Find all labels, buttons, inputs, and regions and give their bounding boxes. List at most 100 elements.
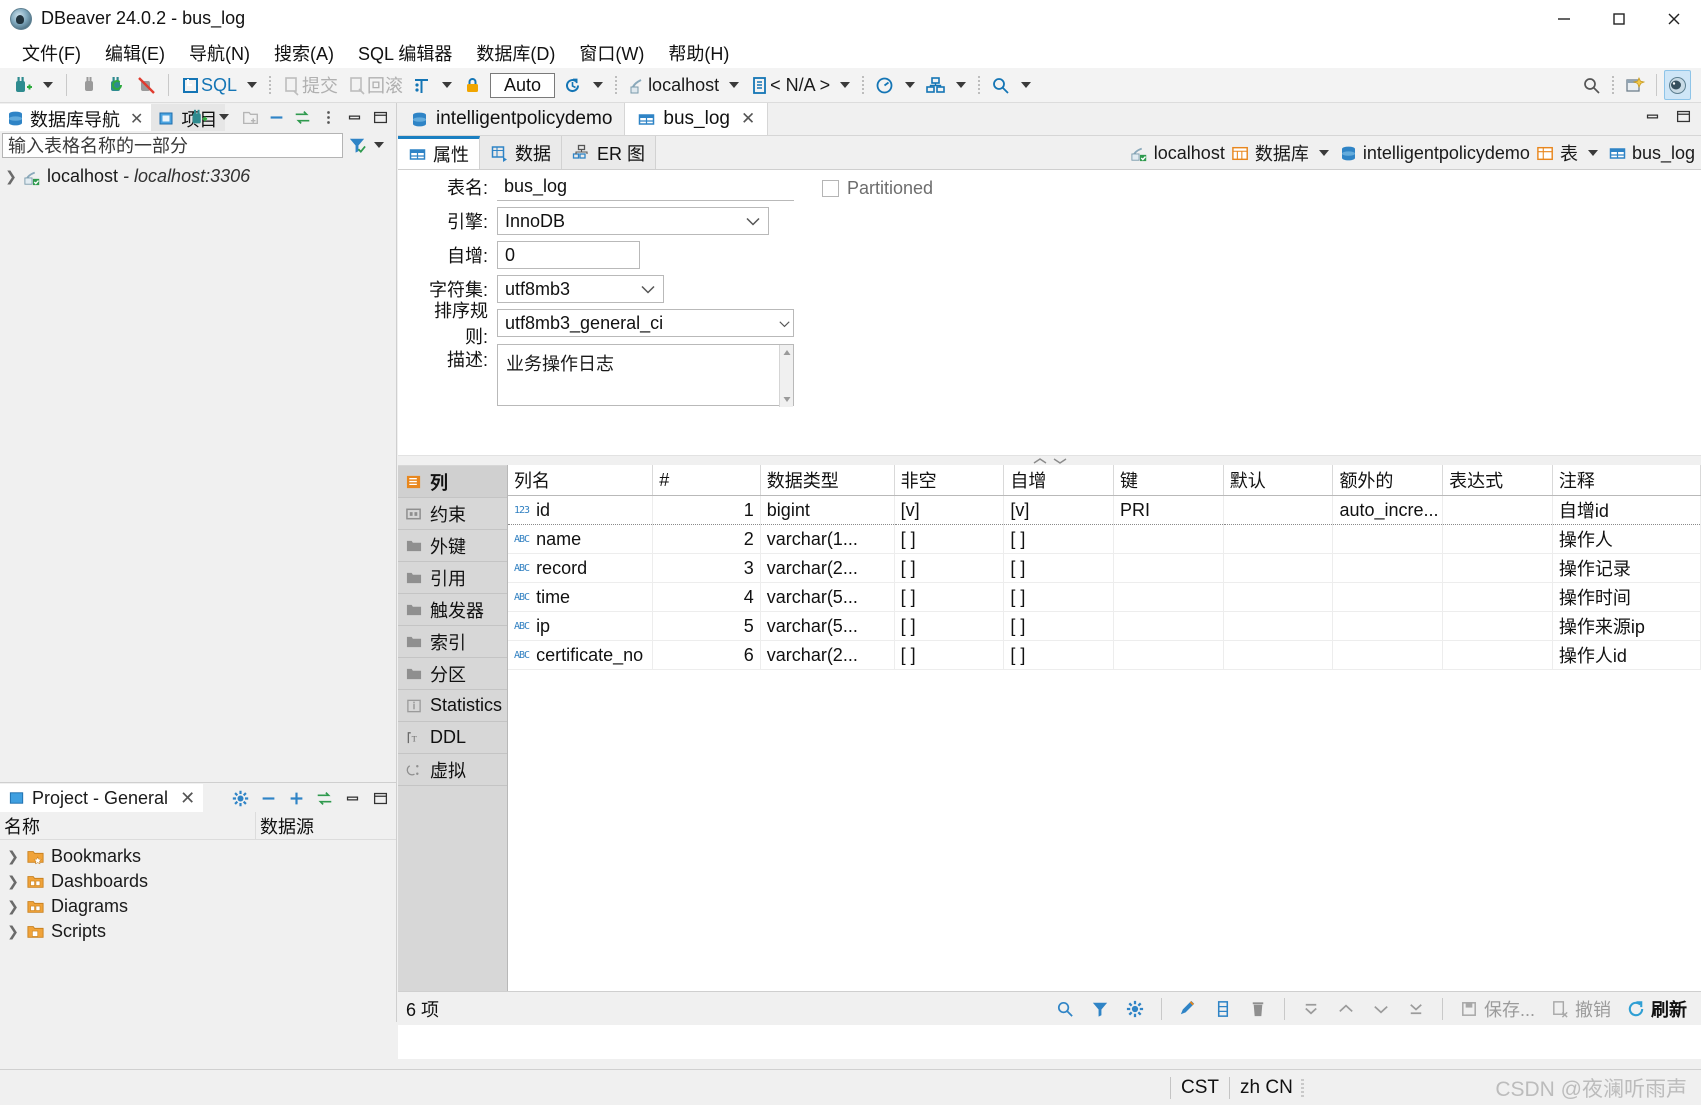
- cell-ordinal[interactable]: 6: [652, 640, 761, 670]
- table-row[interactable]: ABC time 4 varchar(5... [ ] [ ] 操作时间: [508, 582, 1701, 612]
- properties-splitter[interactable]: [398, 455, 1701, 465]
- quick-search-button[interactable]: [1577, 70, 1606, 100]
- cell-default[interactable]: [1223, 582, 1334, 612]
- cell-extra[interactable]: [1332, 524, 1444, 554]
- menu-sql-editor[interactable]: SQL 编辑器: [346, 38, 464, 68]
- tree-item-localhost[interactable]: ❯ localhost - localhost:3306: [0, 163, 396, 190]
- header-comment[interactable]: 注释: [1552, 465, 1701, 496]
- grid-edit-button[interactable]: [1172, 995, 1204, 1023]
- filter-dropdown-caret[interactable]: [374, 142, 384, 148]
- auto-increment-input[interactable]: 0: [497, 241, 640, 269]
- collapse-all-button[interactable]: [264, 105, 288, 129]
- cell-expression[interactable]: [1442, 495, 1553, 525]
- dashboard-dropdown-caret[interactable]: [905, 82, 916, 88]
- cell-expression[interactable]: [1442, 640, 1553, 670]
- new-sql-editor-button[interactable]: SQL: [176, 70, 241, 100]
- grid-search-button[interactable]: [1049, 995, 1081, 1023]
- menu-edit[interactable]: 编辑(E): [93, 38, 177, 68]
- close-icon[interactable]: ✕: [180, 788, 195, 809]
- dbeaver-perspective-button[interactable]: [1664, 70, 1691, 100]
- cell-ordinal[interactable]: 2: [652, 524, 761, 554]
- chevron-right-icon[interactable]: ❯: [6, 873, 20, 890]
- link-editor-button[interactable]: [312, 786, 336, 810]
- cell-auto-increment[interactable]: [ ]: [1003, 611, 1115, 641]
- collation-select[interactable]: utf8mb3_general_ci: [497, 309, 794, 337]
- cell-key[interactable]: [1113, 524, 1224, 554]
- object-nav-indexes[interactable]: 索引: [398, 626, 507, 658]
- close-button[interactable]: [1646, 0, 1701, 38]
- header-column-name[interactable]: 列名: [508, 465, 654, 496]
- find-dropdown-caret[interactable]: [1021, 82, 1032, 88]
- sql-dropdown-caret[interactable]: [247, 82, 258, 88]
- grid-move-down-button[interactable]: [1365, 995, 1397, 1023]
- charset-select[interactable]: utf8mb3: [497, 275, 664, 303]
- menu-database[interactable]: 数据库(D): [464, 38, 567, 68]
- cell-extra[interactable]: [1332, 611, 1444, 641]
- collapse-all-button[interactable]: [256, 786, 280, 810]
- table-row[interactable]: ABC record 3 varchar(2... [ ] [ ] 操作记录: [508, 553, 1701, 583]
- new-connection-dropdown-caret[interactable]: [43, 82, 53, 88]
- chevron-right-icon[interactable]: ❯: [4, 168, 18, 185]
- partitioned-checkbox-row[interactable]: Partitioned: [822, 178, 933, 199]
- active-connection-selector[interactable]: localhost: [623, 70, 723, 100]
- cell-datatype[interactable]: varchar(2...: [760, 640, 895, 670]
- grid-move-last-button[interactable]: [1400, 995, 1432, 1023]
- minimize-panel-button[interactable]: [342, 105, 366, 129]
- table-row[interactable]: ABC certificate_no 6 varchar(2... [ ] [ …: [508, 640, 1701, 670]
- filter-input[interactable]: 输入表格名称的一部分: [2, 132, 343, 158]
- new-folder-button[interactable]: [238, 105, 262, 129]
- grid-settings-button[interactable]: [1119, 995, 1151, 1023]
- close-icon[interactable]: ✕: [741, 109, 755, 129]
- add-item-button[interactable]: [284, 786, 308, 810]
- cell-not-null[interactable]: [ ]: [894, 640, 1005, 670]
- cell-key[interactable]: [1113, 582, 1224, 612]
- object-nav-partitions[interactable]: 分区: [398, 658, 507, 690]
- object-nav-triggers[interactable]: 触发器: [398, 594, 507, 626]
- object-nav-constraints[interactable]: 约束: [398, 498, 507, 530]
- cell-default[interactable]: [1223, 553, 1334, 583]
- filter-icon[interactable]: [347, 135, 368, 156]
- editor-tab-bus-log[interactable]: bus_log ✕: [624, 103, 769, 135]
- cell-expression[interactable]: [1442, 611, 1553, 641]
- transaction-mode-button[interactable]: [407, 70, 436, 100]
- transaction-log-button[interactable]: [558, 70, 587, 100]
- minimize-panel-button[interactable]: [340, 786, 364, 810]
- cell-key[interactable]: [1113, 553, 1224, 583]
- cell-default[interactable]: [1223, 495, 1334, 525]
- rollback-button[interactable]: 回滚: [342, 70, 407, 100]
- breadcrumb-item-table[interactable]: bus_log: [1608, 143, 1695, 164]
- tab-properties[interactable]: 属性: [398, 136, 480, 169]
- cell-ordinal[interactable]: 1: [652, 495, 761, 525]
- menu-search[interactable]: 搜索(A): [262, 38, 346, 68]
- cell-auto-increment[interactable]: [ ]: [1003, 553, 1115, 583]
- connection-dropdown-caret[interactable]: [729, 82, 740, 88]
- new-connection-button[interactable]: [8, 70, 37, 100]
- breadcrumb-item-localhost[interactable]: localhost: [1130, 143, 1225, 164]
- cell-comment[interactable]: 操作记录: [1552, 553, 1701, 583]
- cell-not-null[interactable]: [ ]: [894, 553, 1005, 583]
- object-nav-columns[interactable]: 列: [398, 466, 507, 498]
- object-nav-statistics[interactable]: Statistics: [398, 690, 507, 722]
- breadcrumb-item-databases[interactable]: 数据库: [1231, 140, 1309, 166]
- find-button[interactable]: [986, 70, 1015, 100]
- grid-save-button[interactable]: 保存...: [1453, 995, 1541, 1023]
- breadcrumb-caret-tables[interactable]: [1587, 150, 1598, 156]
- header-auto-increment[interactable]: 自增: [1003, 465, 1115, 496]
- grid-move-first-button[interactable]: [1295, 995, 1327, 1023]
- cell-comment[interactable]: 操作时间: [1552, 582, 1701, 612]
- cell-comment[interactable]: 自增id: [1552, 495, 1701, 525]
- status-resize-grip[interactable]: [1300, 1078, 1304, 1097]
- partitioned-checkbox[interactable]: [822, 180, 839, 197]
- maximize-editor-button[interactable]: [1674, 107, 1693, 131]
- cell-comment[interactable]: 操作人id: [1552, 640, 1701, 670]
- minimize-editor-button[interactable]: [1643, 107, 1662, 131]
- new-connection-panel-button[interactable]: [186, 105, 210, 129]
- reconnect-button[interactable]: [103, 70, 132, 100]
- cell-extra[interactable]: auto_incre...: [1332, 495, 1444, 525]
- object-nav-foreign-keys[interactable]: 外键: [398, 530, 507, 562]
- table-name-input[interactable]: bus_log: [497, 173, 794, 201]
- header-key[interactable]: 键: [1113, 465, 1224, 496]
- cell-not-null[interactable]: [ ]: [894, 524, 1005, 554]
- configure-columns-button[interactable]: [228, 786, 252, 810]
- header-extra[interactable]: 额外的: [1332, 465, 1444, 496]
